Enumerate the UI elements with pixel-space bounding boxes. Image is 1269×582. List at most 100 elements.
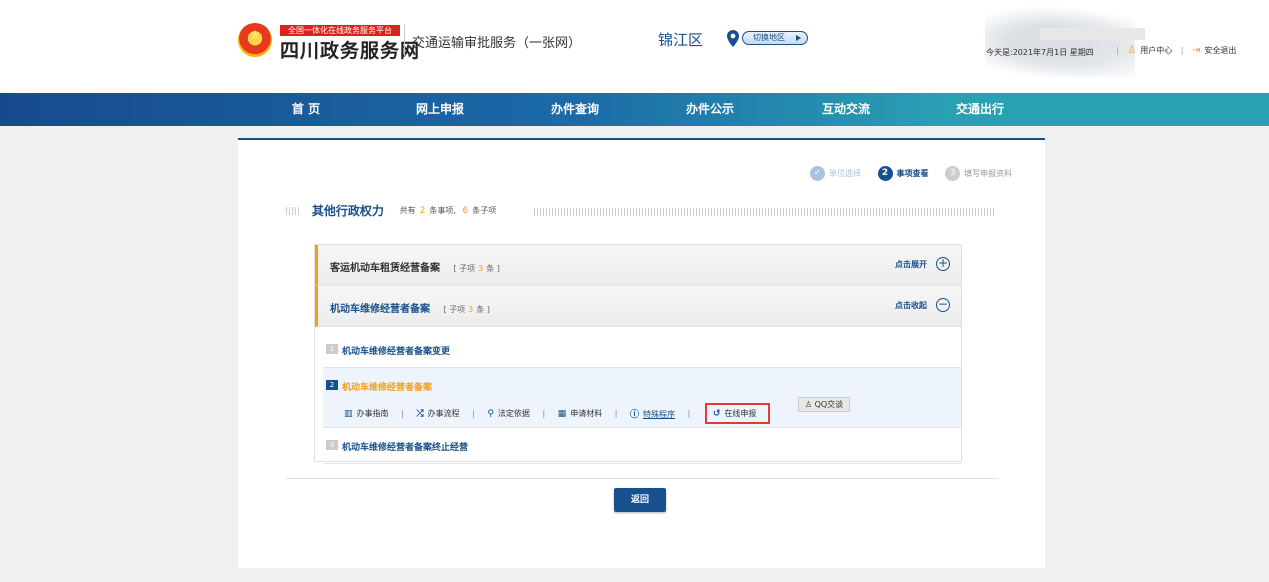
expand-link[interactable]: 点击展开: [895, 259, 927, 270]
decorative-lines: [534, 208, 996, 216]
qq-icon: ♙: [804, 400, 815, 409]
item-operations: ▥ 办事指南 | ⤮ 办事流程 | ⚲ 法定依据 | ▦ 申请材料 | ⓘ 特殊程序 | …: [344, 403, 771, 424]
op-label: 特殊程序: [643, 410, 676, 419]
step-unit-select: ✓ 单位选择: [810, 166, 861, 181]
section-header: 其他行政权力 共有 2 条事项, 6 条子项: [286, 202, 996, 222]
search-icon: ⚲: [487, 409, 494, 419]
site-header: 全国一体化在线政务服务平台 四川政务服务网 交通运输审批服务（一张网） 锦江区 …: [0, 0, 1269, 93]
separator: |: [1116, 46, 1119, 55]
group-row[interactable]: 客运机动车租赁经营备案 [ 子项 3 条 ] 点击展开 +: [315, 245, 961, 286]
legal-basis-link[interactable]: ⚲ 法定依据: [487, 408, 530, 419]
item-number: 1: [326, 344, 338, 354]
site-name[interactable]: 四川政务服务网: [280, 36, 420, 63]
shuffle-icon: ⤮: [416, 409, 424, 419]
step-number: 2: [877, 166, 893, 181]
op-label: 法定依据: [497, 409, 530, 418]
qq-chat-button[interactable]: ♙ QQ交谈: [798, 397, 850, 412]
return-button[interactable]: 返回: [614, 488, 666, 512]
item-title[interactable]: 机动车维修经营者备案终止经营: [342, 440, 468, 453]
item-title[interactable]: 机动车维修经营者备案: [342, 380, 432, 393]
separator: |: [542, 409, 546, 418]
count-prefix: [ 子项: [453, 264, 476, 273]
main-nav: 首 页 网上申报 办件查询 办件公示 互动交流 交通出行: [0, 93, 1269, 126]
exit-icon: ⇥: [1192, 45, 1201, 56]
count-suffix: 条 ]: [476, 305, 490, 314]
count-value: 3: [468, 305, 474, 314]
summary-prefix: 共有: [399, 206, 416, 215]
nav-online-apply[interactable]: 网上申报: [400, 93, 480, 126]
check-icon: ✓: [810, 166, 825, 181]
nav-case-query[interactable]: 办件查询: [535, 93, 615, 126]
minus-circle-icon[interactable]: −: [936, 298, 950, 312]
user-center-link[interactable]: 用户中心: [1140, 46, 1172, 55]
group-title: 机动车维修经营者备案 [ 子项 3 条 ]: [330, 300, 490, 315]
blurred-area: [1040, 28, 1145, 40]
step-label: 事项查看: [896, 169, 929, 178]
main-panel: ✓ 单位选择 2 事项查看 3 填写申报资料 其他行政权力 共有 2 条事项, 6 条子项 …: [238, 138, 1045, 568]
history-icon: ↺: [712, 409, 721, 419]
separator: |: [401, 409, 404, 418]
group-title: 客运机动车租赁经营备案 [ 子项 3 条 ]: [330, 259, 500, 274]
flow-link[interactable]: ⤮ 办事流程: [416, 408, 459, 419]
table-icon: ▦: [557, 409, 567, 419]
item-number: 3: [326, 440, 338, 450]
guide-link[interactable]: ▥ 办事指南: [344, 408, 389, 419]
plus-circle-icon[interactable]: +: [936, 257, 950, 271]
collapse-link[interactable]: 点击收起: [895, 300, 927, 311]
op-label: 申请材料: [570, 409, 603, 418]
sub-count: 6: [462, 206, 469, 216]
step-label: 填写申报资料: [964, 169, 1013, 178]
op-label: 办事流程: [427, 409, 460, 418]
divider: [323, 463, 961, 464]
list-item-active[interactable]: 2 机动车维修经营者备案 ▥ 办事指南 | ⤮ 办事流程 | ⚲ 法定依据 | ▦ 申请…: [323, 368, 961, 428]
items-unit: 条事项,: [429, 206, 456, 215]
materials-link[interactable]: ▦ 申请材料: [558, 408, 603, 419]
group-title-text: 机动车维修经营者备案: [330, 304, 430, 315]
separator: |: [472, 409, 475, 418]
op-label: 办事指南: [356, 409, 389, 418]
group-row[interactable]: 机动车维修经营者备案 [ 子项 3 条 ] 点击收起 −: [315, 286, 961, 327]
header-divider: [404, 24, 405, 56]
special-procedure-link[interactable]: ⓘ 特殊程序: [630, 407, 675, 420]
list-item[interactable]: 3 机动车维修经营者备案终止经营: [323, 428, 961, 464]
nav-case-publicity[interactable]: 办件公示: [670, 93, 750, 126]
group-title-text: 客运机动车租赁经营备案: [330, 263, 440, 274]
step-item-view: 2 事项查看: [877, 166, 929, 181]
footer-divider: [286, 478, 998, 479]
switch-region-button[interactable]: 切换地区: [742, 31, 808, 45]
sub-unit: 条子项: [472, 206, 497, 215]
caret-right-icon: [796, 35, 801, 41]
qq-label: QQ交谈: [814, 400, 844, 409]
count-suffix: 条 ]: [486, 264, 500, 273]
current-region: 锦江区: [658, 31, 704, 49]
separator: |: [687, 409, 691, 418]
step-label: 单位选择: [829, 169, 861, 178]
logout-link[interactable]: 安全退出: [1204, 46, 1236, 55]
service-title: 交通运输审批服务（一张网）: [412, 36, 582, 51]
item-count: 2: [419, 206, 426, 216]
step-number: 3: [945, 166, 961, 181]
online-apply-button[interactable]: ↺ 在线申报: [704, 403, 771, 424]
location-pin-icon: [727, 30, 739, 47]
count-prefix: [ 子项: [443, 305, 466, 314]
count-value: 3: [478, 264, 484, 273]
separator: |: [614, 409, 618, 418]
group-count: [ 子项 3 条 ]: [453, 264, 499, 273]
map-icon: ▥: [344, 409, 353, 419]
date-text: 今天是:2021年7月1日 星期四: [986, 48, 1094, 57]
section-title: 其他行政权力: [311, 204, 384, 218]
switch-region-label: 切换地区: [753, 33, 785, 42]
step-fill-form: 3 填写申报资料: [945, 166, 1012, 181]
nav-interaction[interactable]: 互动交流: [806, 93, 886, 126]
info-icon: ⓘ: [630, 410, 640, 420]
national-emblem-icon: [238, 23, 272, 57]
progress-steps: ✓ 单位选择 2 事项查看 3 填写申报资料: [810, 166, 1026, 181]
list-item[interactable]: 1 机动车维修经营者备案变更: [323, 332, 961, 368]
nav-transport[interactable]: 交通出行: [940, 93, 1020, 126]
separator: |: [1180, 46, 1184, 55]
nav-home[interactable]: 首 页: [266, 93, 346, 126]
item-title[interactable]: 机动车维修经营者备案变更: [342, 344, 450, 357]
user-links: | ♙ 用户中心 | ⇥ 安全退出: [1110, 45, 1236, 56]
op-label: 在线申报: [724, 409, 757, 418]
section-summary: 共有 2 条事项, 6 条子项: [399, 206, 497, 216]
